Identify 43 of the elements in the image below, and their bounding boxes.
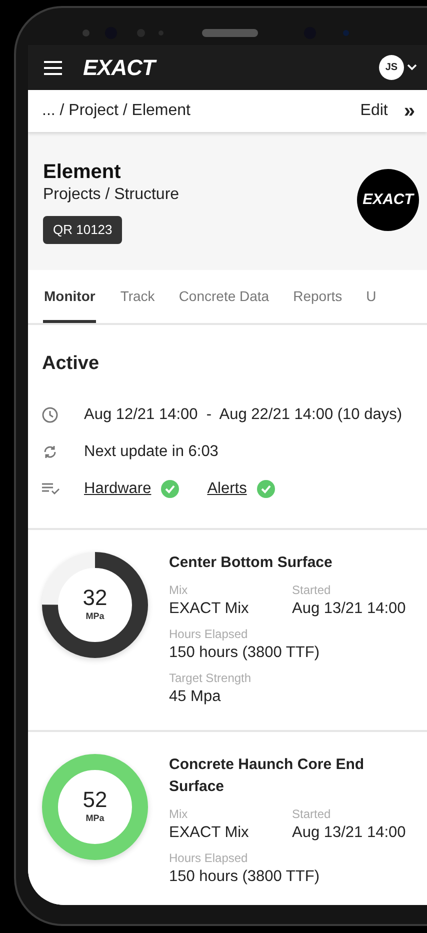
tab[interactable]: Reports (293, 270, 342, 323)
tab[interactable]: Track (120, 270, 155, 323)
app-logo: EXACT (83, 54, 155, 82)
monitoring-period: Aug 12/21 14:00 - Aug 22/21 14:00 (10 days) (84, 405, 402, 426)
field-value: Aug 13/21 14:00 (292, 822, 407, 842)
field-value: 45 Mpa (169, 686, 222, 706)
chevron-down-icon[interactable] (407, 64, 417, 71)
tab[interactable]: U (366, 270, 376, 323)
field-label: Started (292, 806, 332, 822)
strength-unit: MPa (86, 812, 104, 825)
company-logo: EXACT (357, 169, 419, 231)
qr-tag: QR 10123 (43, 216, 122, 244)
refresh-icon (42, 444, 58, 460)
field-label: Hours Elapsed (169, 626, 249, 642)
field-label: Target Strength (169, 670, 252, 686)
status-link[interactable]: Alerts (207, 477, 247, 501)
strength-value: 52 (82, 788, 108, 812)
field-label: Mix (169, 582, 189, 598)
edit-link[interactable]: Edit (360, 99, 388, 123)
strength-unit: MPa (86, 610, 104, 623)
breadcrumb-path[interactable]: ... / Project / Element (42, 99, 190, 123)
field-value: 150 hours (3800 TTF) (169, 866, 320, 886)
tab[interactable]: Concrete Data (178, 270, 270, 323)
field-value: 150 hours (3800 TTF) (169, 642, 320, 662)
element-title: Element (43, 160, 122, 184)
field-label: Hours Elapsed (169, 850, 249, 866)
field-value: Aug 13/21 14:00 (292, 598, 407, 618)
sensor-name: Concrete Haunch Core End Surface (169, 754, 366, 796)
field-label: Started (292, 582, 332, 598)
clock-icon (42, 407, 58, 423)
user-avatar[interactable]: JS (379, 55, 404, 80)
field-value: EXACT Mix (169, 822, 250, 842)
element-subtitle: Projects / Structure (43, 185, 180, 205)
field-label: Mix (169, 806, 189, 822)
field-value: EXACT Mix (169, 598, 250, 618)
status-heading: Active (42, 352, 100, 376)
menu-icon[interactable] (44, 60, 62, 74)
next-update-text: Next update in 6:03 (84, 442, 218, 462)
status-link[interactable]: Hardware (84, 477, 152, 501)
expand-button[interactable]: » (404, 101, 415, 121)
strength-value: 32 (82, 586, 108, 610)
checklist-icon (42, 483, 60, 495)
sensor-name: Center Bottom Surface (169, 552, 334, 572)
